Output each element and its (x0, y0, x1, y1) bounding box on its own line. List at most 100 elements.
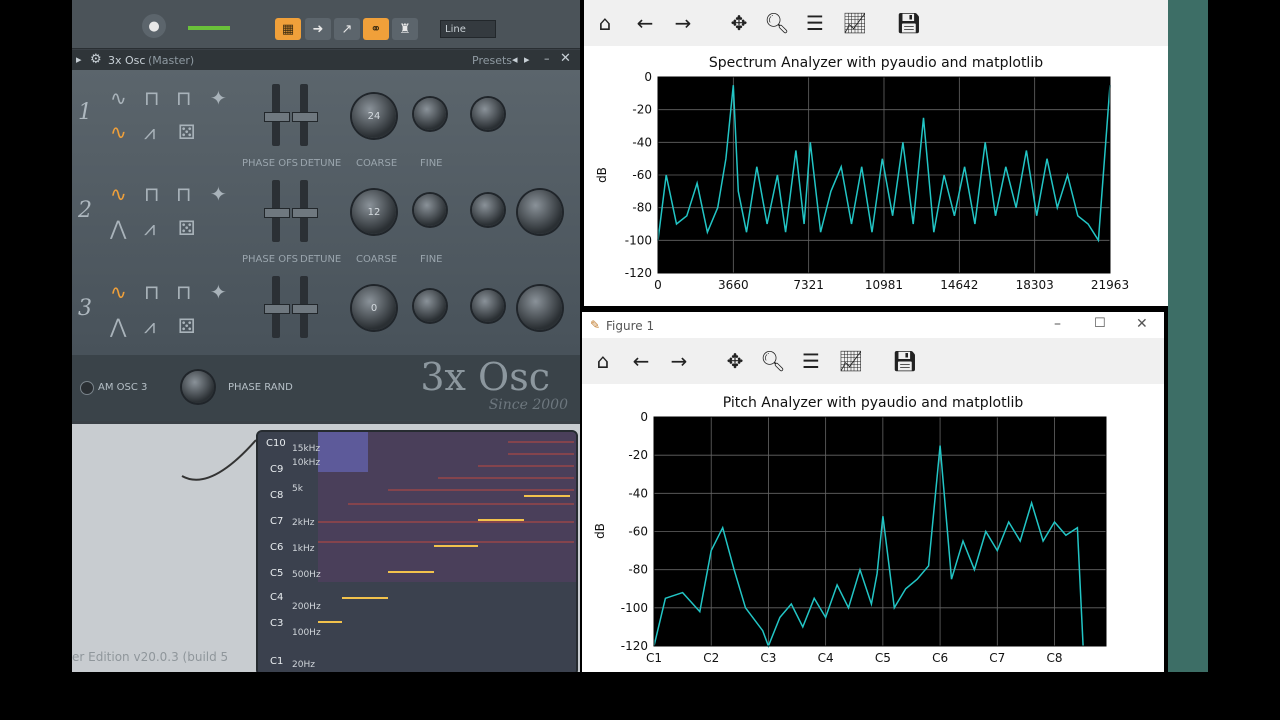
triangle-wave-icon[interactable]: ⋀ (110, 314, 126, 338)
collapse-arrow-icon[interactable]: ▸ (76, 53, 82, 66)
square-wave-icon[interactable]: ⊓ (144, 280, 160, 304)
y-tick-label: -120 (621, 639, 648, 653)
freq-label: 20Hz (292, 660, 315, 670)
phase-ofs-label: PHASE OFS (242, 254, 299, 265)
x-tick-label: C5 (875, 651, 891, 665)
plugin-header: ▸ ⚙ 3x Osc (Master) Presets ◂ ▸ – ✕ (72, 50, 580, 70)
volume-knob[interactable] (518, 190, 562, 234)
note-label: C4 (270, 592, 284, 603)
fl-toolbar: ● ▦ ➜ ↗ ⚭ ♜ Line (72, 0, 580, 49)
snap-select[interactable]: Line (440, 20, 496, 38)
saw-wave-icon[interactable]: ⩘ (144, 120, 155, 144)
link-icon[interactable]: ⚭ (363, 18, 389, 40)
saw-wave-icon[interactable]: ⩘ (144, 314, 155, 338)
volume-knob[interactable] (518, 286, 562, 330)
triangle-wave-icon[interactable]: ⋀ (110, 216, 126, 240)
x-tick-label: C6 (932, 651, 948, 665)
version-text: er Edition v20.0.3 (build 5 (72, 650, 229, 664)
phase-rand-knob[interactable] (182, 371, 214, 403)
freq-label: 2kHz (292, 518, 315, 528)
freq-label: 10kHz (292, 458, 321, 468)
close-icon[interactable]: ✕ (560, 51, 571, 66)
arrow-right-icon[interactable]: ➜ (305, 18, 331, 40)
plugin-footer: AM OSC 3 PHASE RAND 3x Osc Since 2000 (72, 355, 580, 421)
y-tick-label: -100 (625, 233, 652, 247)
osc-number: 3 (78, 296, 92, 321)
osc-number: 1 (78, 100, 92, 125)
x-tick-label: 10981 (865, 278, 903, 292)
phase-offset-slider[interactable] (264, 276, 290, 338)
coarse-knob[interactable]: 12 (352, 190, 396, 234)
fine-knob[interactable] (414, 98, 446, 130)
gear-icon[interactable]: ⚙ (90, 52, 102, 67)
pulse-wave-icon[interactable]: ⊓ (176, 182, 192, 206)
square-wave-icon[interactable]: ⊓ (144, 182, 160, 206)
coarse-knob[interactable]: 24 (352, 94, 396, 138)
plugin-title-suffix: (Master) (148, 54, 195, 67)
minimize-icon[interactable]: – (544, 52, 550, 65)
osc-number: 2 (78, 198, 92, 223)
sine-wave-selected-icon[interactable]: ∿ (110, 182, 127, 206)
stamp-icon[interactable]: ♜ (392, 18, 418, 40)
typing-keyboard-icon[interactable]: ▦ (275, 18, 301, 40)
automation-curve (181, 439, 257, 481)
x-tick-label: C3 (760, 651, 776, 665)
freq-label: 15kHz (292, 444, 321, 454)
y-tick-label: -60 (632, 168, 652, 182)
x-tick-label: 0 (654, 278, 662, 292)
freq-label: 200Hz (292, 602, 321, 612)
random-icon[interactable]: ⚄ (178, 120, 195, 144)
noise-wave-icon[interactable]: ✦ (210, 280, 227, 304)
phase-rand-label: PHASE RAND (228, 382, 293, 393)
saw-wave-icon[interactable]: ⩘ (144, 216, 155, 240)
phase-offset-slider[interactable] (264, 180, 290, 242)
stereo-phase-knob[interactable] (472, 98, 504, 130)
y-tick-label: 0 (644, 70, 652, 84)
slide-icon[interactable]: ↗ (334, 18, 360, 40)
oscillator-panel: 1 ∿ ⊓ ⊓ ✦ ∿ ⩘ ⚄ 24 PHASE OFS DETUNE COAR… (72, 70, 580, 355)
preset-next-icon[interactable]: ▸ (524, 53, 530, 66)
note-label: C8 (270, 490, 284, 501)
x-tick-label: C2 (703, 651, 719, 665)
master-volume-slider[interactable] (188, 26, 230, 30)
am-osc-toggle[interactable] (80, 381, 94, 395)
y-tick-label: -80 (628, 563, 648, 577)
note-label: C10 (266, 438, 286, 449)
x-tick-label: C1 (646, 651, 662, 665)
noise-wave-icon[interactable]: ✦ (210, 86, 227, 110)
sine-wave-selected-icon[interactable]: ∿ (110, 280, 127, 304)
preset-prev-icon[interactable]: ◂ (512, 53, 518, 66)
random-icon[interactable]: ⚄ (178, 314, 195, 338)
x-tick-label: 14642 (940, 278, 978, 292)
phase-offset-slider[interactable] (264, 84, 290, 146)
pulse-wave-icon[interactable]: ⊓ (176, 280, 192, 304)
sine-wave-icon[interactable]: ∿ (110, 86, 127, 110)
note-label: C5 (270, 568, 284, 579)
x-tick-label: 18303 (1016, 278, 1054, 292)
freq-label: 500Hz (292, 570, 321, 580)
square-wave-icon[interactable]: ⊓ (144, 86, 160, 110)
spectrum-chart: 0-20-40-60-80-100-1200 3660 7321 10981 14642… (625, 70, 1129, 292)
presets-label[interactable]: Presets (472, 54, 512, 67)
sine-wave-selected-icon[interactable]: ∿ (110, 120, 127, 144)
freq-label: 1kHz (292, 544, 315, 554)
freq-label: 100Hz (292, 628, 321, 638)
master-knob-icon[interactable]: ● (142, 14, 166, 38)
stereo-phase-knob[interactable] (472, 194, 504, 226)
note-label: C6 (270, 542, 284, 553)
fine-knob[interactable] (414, 194, 446, 226)
fine-knob[interactable] (414, 290, 446, 322)
coarse-knob[interactable]: 0 (352, 286, 396, 330)
detune-slider[interactable] (292, 84, 318, 146)
detune-slider[interactable] (292, 180, 318, 242)
random-icon[interactable]: ⚄ (178, 216, 195, 240)
note-label: C3 (270, 618, 284, 629)
stereo-phase-knob[interactable] (472, 290, 504, 322)
y-tick-label: -80 (632, 201, 652, 215)
note-label: C9 (270, 464, 284, 475)
phase-ofs-label: PHASE OFS (242, 158, 299, 169)
pulse-wave-icon[interactable]: ⊓ (176, 86, 192, 110)
noise-wave-icon[interactable]: ✦ (210, 182, 227, 206)
detune-slider[interactable] (292, 276, 318, 338)
freq-label: 5k (292, 484, 303, 494)
